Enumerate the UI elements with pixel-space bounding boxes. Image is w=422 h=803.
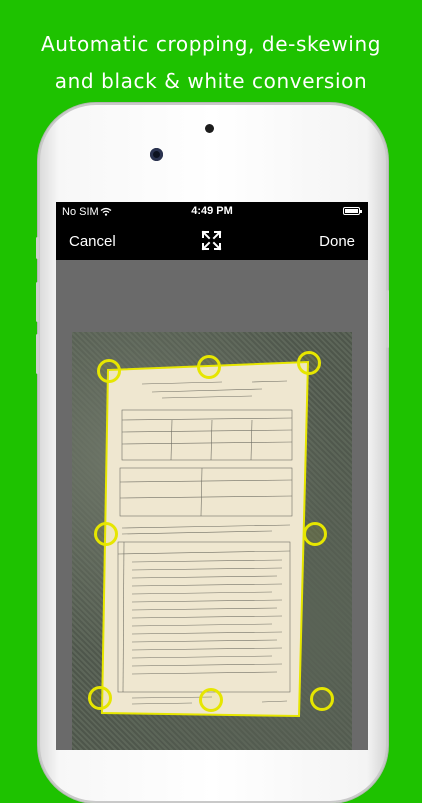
expand-arrows-icon[interactable]: [201, 230, 222, 251]
cancel-button[interactable]: Cancel: [69, 233, 116, 250]
phone-side-button-left: [36, 237, 39, 259]
status-time: 4:49 PM: [191, 205, 233, 217]
status-bar: No SIM 4:49 PM: [56, 202, 368, 222]
document-photo: [72, 332, 352, 750]
crop-handle-bottom-left[interactable]: [88, 686, 112, 710]
promo-headline: Automatic cropping, de-skewing and black…: [0, 26, 422, 100]
phone-volume-down: [36, 334, 39, 374]
app-screen: No SIM 4:49 PM Cancel Done: [56, 202, 368, 750]
crop-handle-bottom-right[interactable]: [310, 687, 334, 711]
battery-icon: [343, 207, 362, 215]
crop-handle-middle-right[interactable]: [303, 522, 327, 546]
nav-bar: Cancel Done: [56, 222, 368, 260]
phone-power-button: [386, 290, 389, 348]
done-button[interactable]: Done: [319, 233, 355, 250]
crop-handle-top-right[interactable]: [297, 351, 321, 375]
promo-line-1: Automatic cropping, de-skewing: [40, 32, 382, 56]
phone-earpiece: [205, 124, 214, 133]
crop-handle-top-middle[interactable]: [197, 355, 221, 379]
phone-volume-up: [36, 282, 39, 322]
promo-line-2: and black & white conversion: [54, 69, 368, 93]
crop-handle-bottom-middle[interactable]: [199, 688, 223, 712]
crop-handle-middle-left[interactable]: [94, 522, 118, 546]
crop-handle-top-left[interactable]: [97, 359, 121, 383]
phone-front-camera: [150, 148, 163, 161]
